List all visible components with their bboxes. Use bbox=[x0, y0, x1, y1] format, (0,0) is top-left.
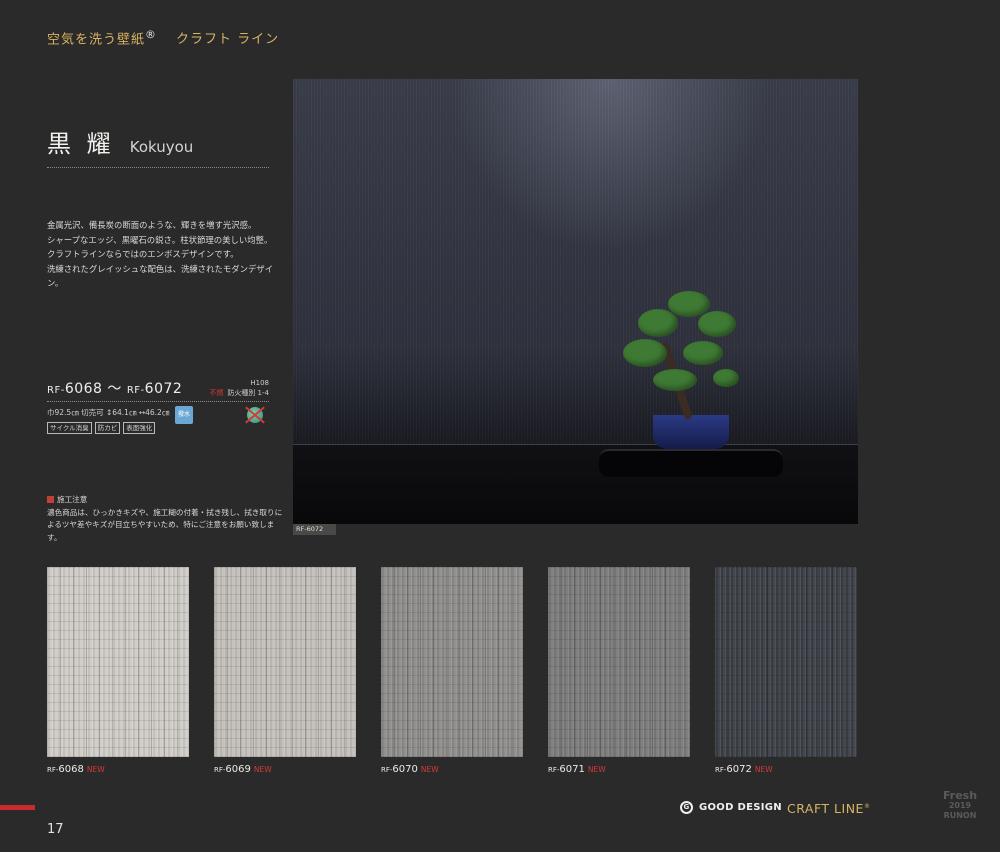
model-range: RF-6068 ～ RF-6072 bbox=[47, 378, 182, 398]
bonsai-stand bbox=[599, 449, 783, 477]
fire-note: 不燃 bbox=[209, 389, 224, 397]
photo-caption: RF-6072 bbox=[293, 524, 336, 535]
note-heading: 施工注意 bbox=[57, 495, 88, 504]
bonsai-foliage bbox=[713, 369, 739, 387]
swatch-prefix: RF- bbox=[214, 766, 226, 774]
good-design-logo: G GOOD DESIGN bbox=[680, 801, 782, 814]
feature-badge: 防カビ bbox=[94, 422, 121, 434]
runon-text: RUNON bbox=[943, 811, 977, 820]
room-photo bbox=[293, 79, 858, 524]
description-line: クラフトラインならではのエンボスデザインです。 bbox=[47, 249, 239, 259]
note-square-icon bbox=[47, 496, 54, 503]
page-accent-bar bbox=[0, 805, 35, 810]
bonsai-foliage bbox=[668, 291, 710, 317]
eco-globe-icon bbox=[247, 407, 263, 423]
registered-mark: ® bbox=[145, 28, 157, 41]
size-info: 巾92.5㎝ 切売可 ↕64.1㎝ ↔46.2㎝ bbox=[47, 408, 170, 417]
swatch-prefix: RF- bbox=[715, 766, 727, 774]
water-repellent-icon: 撥水 bbox=[175, 406, 193, 424]
series-brand: 空気を洗う壁紙 bbox=[47, 32, 146, 48]
swatch-label: RF-6068 NEW bbox=[47, 764, 105, 775]
new-badge: NEW bbox=[253, 765, 272, 774]
good-design-text: GOOD DESIGN bbox=[699, 802, 782, 813]
installation-note: 施工注意 濃色商品は、ひっかきキズや、施工糊の付着・拭き残し、拭き取りに よるツ… bbox=[47, 494, 287, 544]
craft-registered-mark: ® bbox=[863, 802, 871, 810]
craft-line-text: CRAFT LINE bbox=[787, 801, 864, 816]
model-row: RF-6068 ～ RF-6072 H108 不燃 防火種別 1-4 bbox=[47, 378, 269, 402]
swatch-item: RF-6069 NEW bbox=[214, 567, 356, 775]
feature-badge: 表面強化 bbox=[123, 422, 156, 434]
fresh-year: 2019 bbox=[948, 801, 972, 810]
swatch-prefix: RF- bbox=[381, 766, 393, 774]
model-prefix: RF- bbox=[126, 385, 145, 396]
page-number: 17 bbox=[47, 822, 64, 837]
title-english: Kokuyou bbox=[129, 138, 194, 156]
wall-texture bbox=[293, 79, 858, 444]
model-number: 6072 bbox=[144, 381, 183, 397]
product-line: クラフト ライン bbox=[175, 32, 280, 48]
swatch-item: RF-6070 NEW bbox=[381, 567, 523, 775]
range-separator: ～ bbox=[107, 381, 122, 397]
swatch-label: RF-6071 NEW bbox=[548, 764, 606, 775]
swatch-item: RF-6068 NEW bbox=[47, 567, 189, 775]
fresh-runon-logo: Fresh 2019 RUNON bbox=[935, 789, 985, 821]
model-number: 6068 bbox=[64, 381, 103, 397]
swatch-tile bbox=[715, 567, 857, 757]
product-title: 黒 耀 Kokuyou bbox=[47, 124, 269, 168]
bonsai-foliage bbox=[638, 309, 678, 337]
swatch-tile bbox=[381, 567, 523, 757]
description-line: シャープなエッジ、黒曜石の鋭さ。柱状節理の美しい均整。 bbox=[47, 234, 273, 245]
swatch-number: 6071 bbox=[559, 764, 585, 775]
bonsai-foliage bbox=[698, 311, 736, 337]
fire-class: 防火種別 1-4 bbox=[227, 389, 269, 397]
swatch-label: RF-6069 NEW bbox=[214, 764, 272, 775]
spec-block: RF-6068 ～ RF-6072 H108 不燃 防火種別 1-4 巾92.5㎝… bbox=[47, 378, 269, 434]
model-prefix: RF- bbox=[47, 385, 65, 396]
craft-line-logo: CRAFT LINE® bbox=[787, 801, 870, 816]
new-badge: NEW bbox=[754, 765, 773, 774]
note-line: 濃色商品は、ひっかきキズや、施工糊の付着・拭き残し、拭き取りに bbox=[47, 507, 283, 517]
page-header: 空気を洗う壁紙® クラフト ライン bbox=[47, 28, 279, 47]
swatch-label: RF-6070 NEW bbox=[381, 764, 439, 775]
good-design-mark-icon: G bbox=[680, 801, 693, 814]
swatch-tile bbox=[548, 567, 690, 757]
swatch-item: RF-6072 NEW bbox=[715, 567, 857, 775]
swatch-number: 6069 bbox=[225, 764, 251, 775]
feature-badges: サイクル消臭 防カビ 表面強化 bbox=[47, 422, 269, 434]
swatch-item: RF-6071 NEW bbox=[548, 567, 690, 775]
swatch-prefix: RF- bbox=[548, 766, 560, 774]
note-line: よるツヤ差やキズが目立ちやすいため、特にご注意をお願い致します。 bbox=[47, 520, 275, 542]
new-badge: NEW bbox=[420, 765, 439, 774]
bonsai-foliage bbox=[683, 341, 723, 365]
description-line: 金属光沢、備長炭の断面のような、輝きを増す光沢感。 bbox=[47, 220, 257, 230]
title-japanese: 黒 耀 bbox=[47, 130, 115, 158]
product-description: 金属光沢、備長炭の断面のような、輝きを増す光沢感。 シャープなエッジ、黒曜石の鋭… bbox=[47, 218, 287, 291]
swatch-number: 6070 bbox=[392, 764, 418, 775]
fresh-text: Fresh bbox=[942, 789, 978, 802]
description-line: 洗練されたグレイッシュな配色は、洗練されたモダンデザイン。 bbox=[47, 263, 274, 289]
fire-code: H108 bbox=[250, 379, 269, 387]
fire-rating: H108 不燃 防火種別 1-4 bbox=[209, 378, 269, 398]
swatch-tile bbox=[214, 567, 356, 757]
swatch-number: 6068 bbox=[58, 764, 84, 775]
swatch-tile bbox=[47, 567, 189, 757]
bonsai-pot bbox=[653, 415, 729, 449]
swatch-label: RF-6072 NEW bbox=[715, 764, 773, 775]
bonsai-foliage bbox=[653, 369, 697, 391]
new-badge: NEW bbox=[587, 765, 606, 774]
swatch-number: 6072 bbox=[726, 764, 752, 775]
swatch-prefix: RF- bbox=[47, 766, 59, 774]
new-badge: NEW bbox=[86, 765, 105, 774]
bonsai-foliage bbox=[623, 339, 667, 367]
feature-badge: サイクル消臭 bbox=[47, 422, 92, 434]
